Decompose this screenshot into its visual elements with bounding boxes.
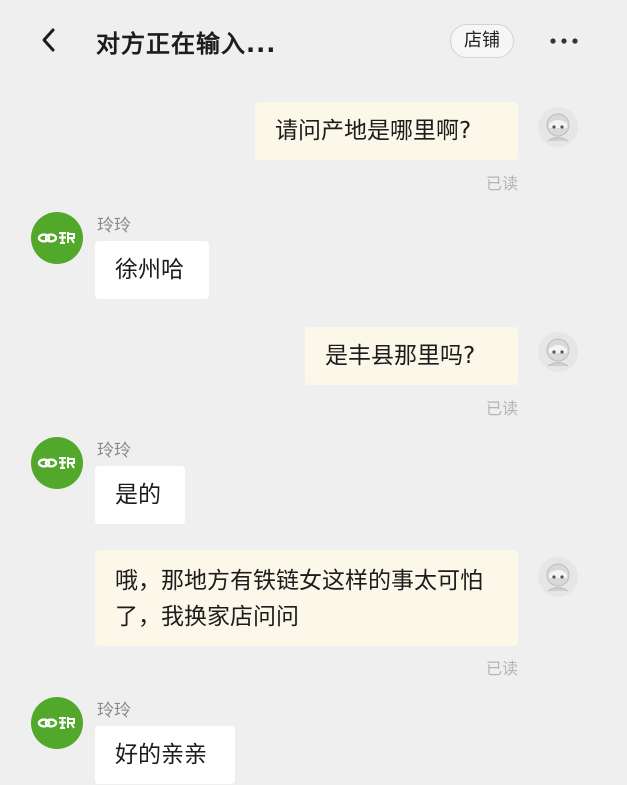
user-avatar-icon	[546, 113, 570, 142]
user-avatar[interactable]	[538, 557, 578, 597]
shop-avatar[interactable]	[31, 212, 83, 264]
message-text: 是的	[115, 482, 161, 508]
message-bubble-incoming[interactable]: 是的	[95, 466, 185, 524]
shop-logo-icon	[37, 717, 75, 729]
more-button[interactable]	[548, 30, 580, 52]
shop-logo-icon	[37, 232, 75, 244]
message-bubble-outgoing[interactable]: 是丰县那里吗?	[305, 327, 518, 385]
message-text: 徐州哈	[115, 257, 184, 283]
back-button[interactable]	[36, 24, 64, 56]
sender-name: 玲玲	[97, 441, 131, 461]
sender-name: 玲玲	[97, 701, 131, 721]
page-title: 对方正在输入...	[96, 30, 277, 58]
message-bubble-outgoing[interactable]: 请问产地是哪里啊?	[255, 102, 518, 160]
chevron-left-icon	[42, 28, 55, 52]
user-avatar-icon	[546, 563, 570, 592]
read-status: 已读	[486, 659, 519, 678]
user-avatar[interactable]	[538, 107, 578, 147]
message-bubble-outgoing[interactable]: 哦，那地方有铁链女这样的事太可怕了，我换家店问问	[95, 550, 518, 646]
more-horizontal-icon	[550, 38, 578, 44]
message-bubble-incoming[interactable]: 好的亲亲	[95, 726, 235, 784]
user-avatar[interactable]	[538, 332, 578, 372]
message-bubble-incoming[interactable]: 徐州哈	[95, 241, 209, 299]
message-text: 请问产地是哪里啊?	[275, 118, 472, 144]
shop-avatar[interactable]	[31, 437, 83, 489]
read-status: 已读	[486, 174, 519, 193]
sender-name: 玲玲	[97, 216, 131, 236]
message-text: 好的亲亲	[115, 742, 207, 768]
user-avatar-icon	[546, 338, 570, 367]
shop-logo-icon	[37, 457, 75, 469]
message-text: 哦，那地方有铁链女这样的事太可怕了，我换家店问问	[115, 568, 483, 630]
read-status: 已读	[486, 399, 519, 418]
shop-avatar[interactable]	[31, 697, 83, 749]
store-button[interactable]: 店铺	[450, 24, 514, 58]
chat-header: 对方正在输入... 店铺	[0, 0, 627, 80]
message-text: 是丰县那里吗?	[325, 343, 476, 369]
